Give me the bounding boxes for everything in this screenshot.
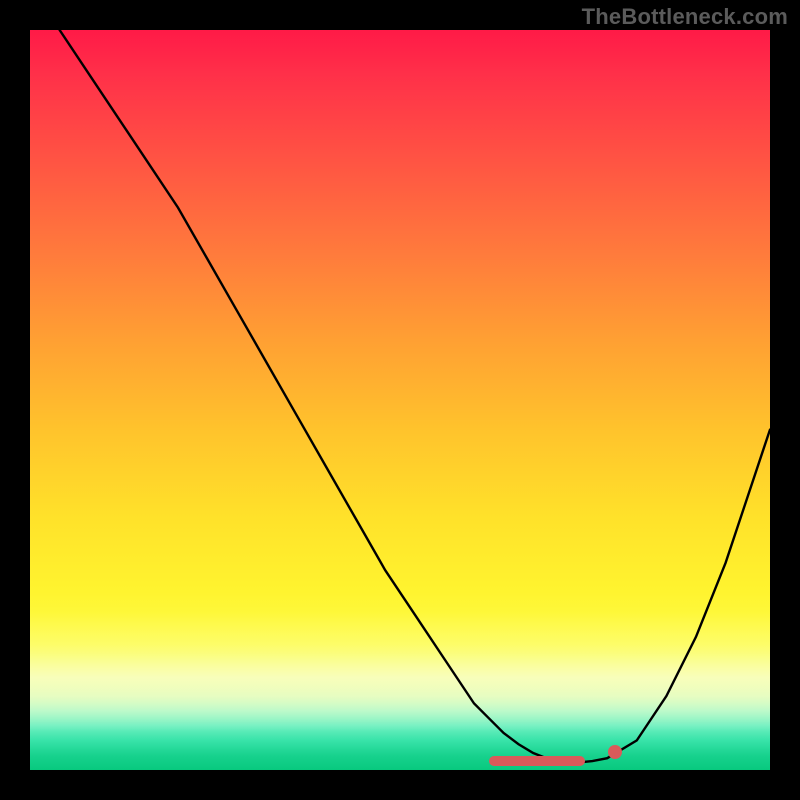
optimal-range-marker xyxy=(489,756,585,766)
watermark-text: TheBottleneck.com xyxy=(582,4,788,30)
optimal-point-marker xyxy=(608,745,622,759)
chart-frame: TheBottleneck.com xyxy=(0,0,800,800)
bottleneck-curve xyxy=(30,30,770,770)
plot-area xyxy=(30,30,770,770)
